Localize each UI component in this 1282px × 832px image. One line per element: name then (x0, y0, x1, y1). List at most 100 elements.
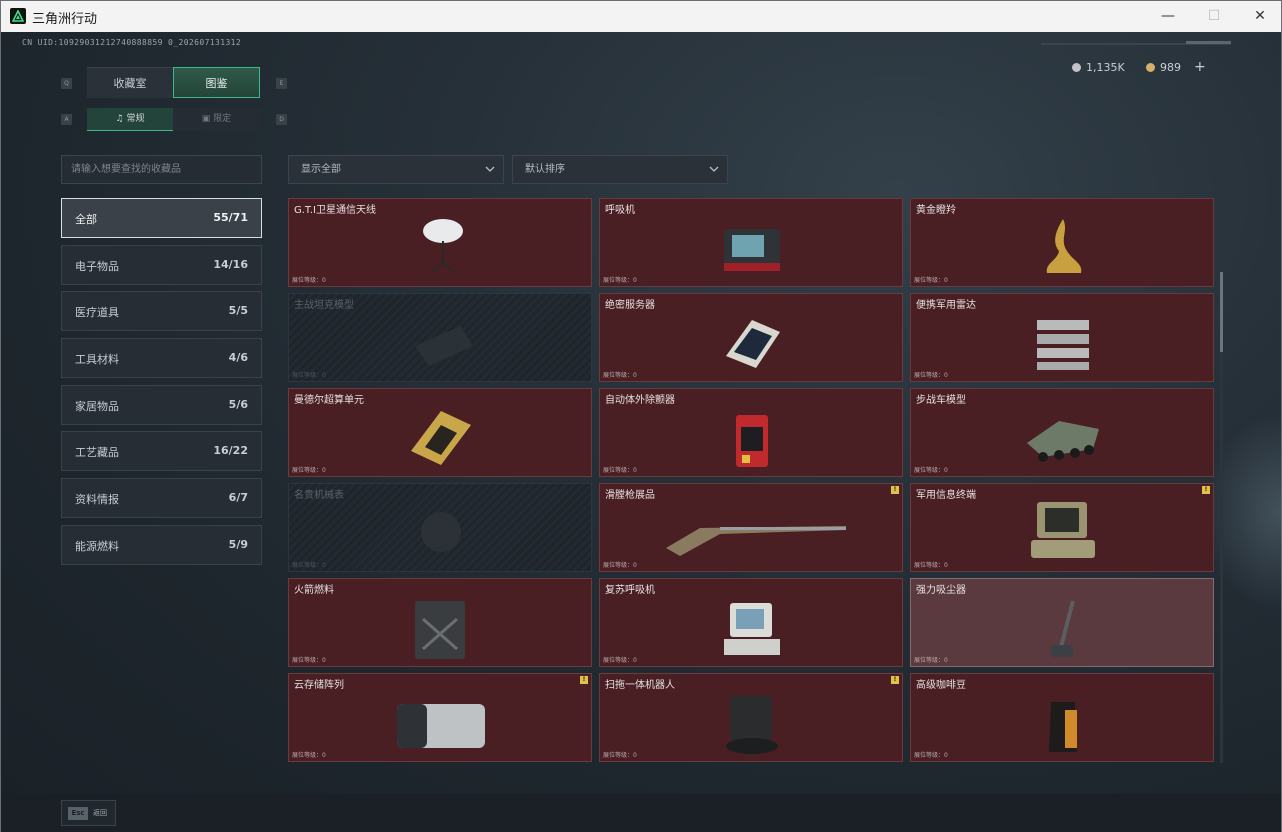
item-card[interactable]: 名贵机械表 展位等级：0 (288, 483, 592, 572)
category-label: 电子物品 (75, 260, 119, 273)
item-card[interactable]: 绝密服务器 展位等级：0 (599, 293, 903, 382)
header-divider-accent (1186, 41, 1231, 44)
category-count: 55/71 (213, 211, 248, 224)
category-crafts[interactable]: 工艺藏品 16/22 (61, 431, 262, 471)
ifv-model-icon (1023, 401, 1103, 473)
display-level: 展位等级：0 (603, 562, 637, 569)
category-household[interactable]: 家居物品 5/6 (61, 385, 262, 425)
category-count: 5/6 (228, 398, 248, 411)
main-content: CN UID:10929031212740888859 0_2026071313… (1, 32, 1281, 832)
item-card[interactable]: 曼德尔超算单元 展位等级：0 (288, 388, 592, 477)
item-card[interactable]: 高级咖啡豆 展位等级：0 (910, 673, 1214, 762)
item-card[interactable]: 步战车模型 展位等级：0 (910, 388, 1214, 477)
coffee-bag-icon (1023, 686, 1103, 758)
item-name: 绝密服务器 (605, 300, 655, 311)
satellite-dish-icon (401, 211, 481, 283)
category-tools[interactable]: 工具材料 4/6 (61, 338, 262, 378)
close-button[interactable]: ✕ (1237, 1, 1282, 32)
resuscitator-icon (712, 591, 792, 663)
item-card[interactable]: 军用信息终端 ! 展位等级：0 (910, 483, 1214, 572)
display-level: 展位等级：0 (603, 752, 637, 759)
back-label: 返回 (93, 809, 107, 817)
category-count: 6/7 (228, 491, 248, 504)
add-currency-button[interactable]: + (1194, 59, 1206, 75)
item-grid: G.T.I卫星通信天线 展位等级：0 呼吸机 展位等级：0 黄金瞪羚 展位等级：… (288, 198, 1218, 763)
item-name: 复苏呼吸机 (605, 585, 655, 596)
category-energy[interactable]: 能源燃料 5/9 (61, 525, 262, 565)
item-card[interactable]: 复苏呼吸机 展位等级：0 (599, 578, 903, 667)
warning-icon: ! (1202, 486, 1210, 494)
player-uid: CN UID:10929031212740888859 0_2026071313… (22, 38, 242, 47)
category-label: 医疗道具 (75, 306, 119, 319)
subtab-regular[interactable]: ♫ 常规 (87, 108, 173, 131)
category-label: 工具材料 (75, 353, 119, 366)
category-intel[interactable]: 资料情报 6/7 (61, 478, 262, 518)
warning-icon: ! (891, 486, 899, 494)
minimize-button[interactable]: — (1145, 1, 1191, 32)
item-card[interactable]: 滑膛枪展品 ! 展位等级：0 (599, 483, 903, 572)
tab-collection-room[interactable]: 收藏室 (87, 67, 173, 98)
server-icon (712, 306, 792, 378)
subtab-limited[interactable]: ▣ 限定 (173, 108, 260, 131)
category-electronics[interactable]: 电子物品 14/16 (61, 245, 262, 285)
subtab-regular-label: 常规 (126, 114, 145, 124)
category-count: 5/5 (228, 304, 248, 317)
category-count: 14/16 (213, 258, 248, 271)
watch-icon (401, 496, 481, 568)
display-level: 展位等级：0 (603, 277, 637, 284)
tab-catalog[interactable]: 图鉴 (173, 67, 260, 98)
category-label: 工艺藏品 (75, 446, 119, 459)
silver-amount: 1,135K (1086, 60, 1125, 74)
display-level: 展位等级：0 (914, 562, 948, 569)
category-count: 4/6 (228, 351, 248, 364)
warning-icon: ! (580, 676, 588, 684)
item-name: 云存储阵列 (294, 680, 344, 691)
vacuum-icon (1023, 591, 1103, 663)
supercomputer-unit-icon (401, 401, 481, 473)
silver-coin-icon (1072, 62, 1081, 72)
item-name: 步战车模型 (916, 395, 966, 406)
back-button[interactable]: Esc 返回 (61, 800, 116, 826)
item-name: 呼吸机 (605, 205, 635, 216)
item-card[interactable]: 呼吸机 展位等级：0 (599, 198, 903, 287)
sort-dropdown[interactable]: 默认排序 (512, 155, 728, 184)
display-filter-dropdown[interactable]: 显示全部 (288, 155, 504, 184)
gold-amount: 989 (1160, 60, 1181, 74)
category-label: 能源燃料 (75, 540, 119, 553)
item-card[interactable]: 黄金瞪羚 展位等级：0 (910, 198, 1214, 287)
item-card[interactable]: 主战坦克模型 展位等级：0 (288, 293, 592, 382)
tank-model-icon (401, 306, 481, 378)
display-filter-value: 显示全部 (301, 164, 341, 175)
maximize-button[interactable]: ☐ (1191, 1, 1237, 32)
grid-scroll-thumb[interactable] (1220, 272, 1223, 352)
display-level: 展位等级：0 (292, 562, 326, 569)
subtab-limited-label: 限定 (213, 114, 232, 124)
display-level: 展位等级：0 (292, 372, 326, 379)
key-hint-q: Q (61, 78, 72, 89)
item-card[interactable]: G.T.I卫星通信天线 展位等级：0 (288, 198, 592, 287)
radar-icon (1023, 306, 1103, 378)
category-label: 资料情报 (75, 493, 119, 506)
display-level: 展位等级：0 (603, 657, 637, 664)
item-card[interactable]: 扫拖一体机器人 ! 展位等级：0 (599, 673, 903, 762)
category-count: 5/9 (228, 538, 248, 551)
display-level: 展位等级：0 (603, 372, 637, 379)
category-label: 全部 (75, 213, 97, 226)
item-name: 主战坦克模型 (294, 300, 354, 311)
item-card[interactable]: 自动体外除颤器 展位等级：0 (599, 388, 903, 477)
item-name: 滑膛枪展品 (605, 490, 655, 501)
item-card[interactable]: 云存储阵列 ! 展位等级：0 (288, 673, 592, 762)
item-card[interactable]: 便携军用雷达 展位等级：0 (910, 293, 1214, 382)
search-input[interactable]: 请输入想要查找的收藏品 (61, 155, 262, 184)
item-name: 军用信息终端 (916, 490, 976, 501)
item-name: 黄金瞪羚 (916, 205, 956, 216)
limited-tab-icon: ▣ (201, 114, 214, 124)
esc-key-hint: Esc (68, 807, 88, 820)
display-level: 展位等级：0 (914, 372, 948, 379)
category-medical[interactable]: 医疗道具 5/5 (61, 291, 262, 331)
terminal-icon (1023, 496, 1103, 568)
warning-icon: ! (891, 676, 899, 684)
item-card[interactable]: 强力吸尘器 展位等级：0 (910, 578, 1214, 667)
item-card[interactable]: 火箭燃料 展位等级：0 (288, 578, 592, 667)
category-all[interactable]: 全部 55/71 (61, 198, 262, 238)
